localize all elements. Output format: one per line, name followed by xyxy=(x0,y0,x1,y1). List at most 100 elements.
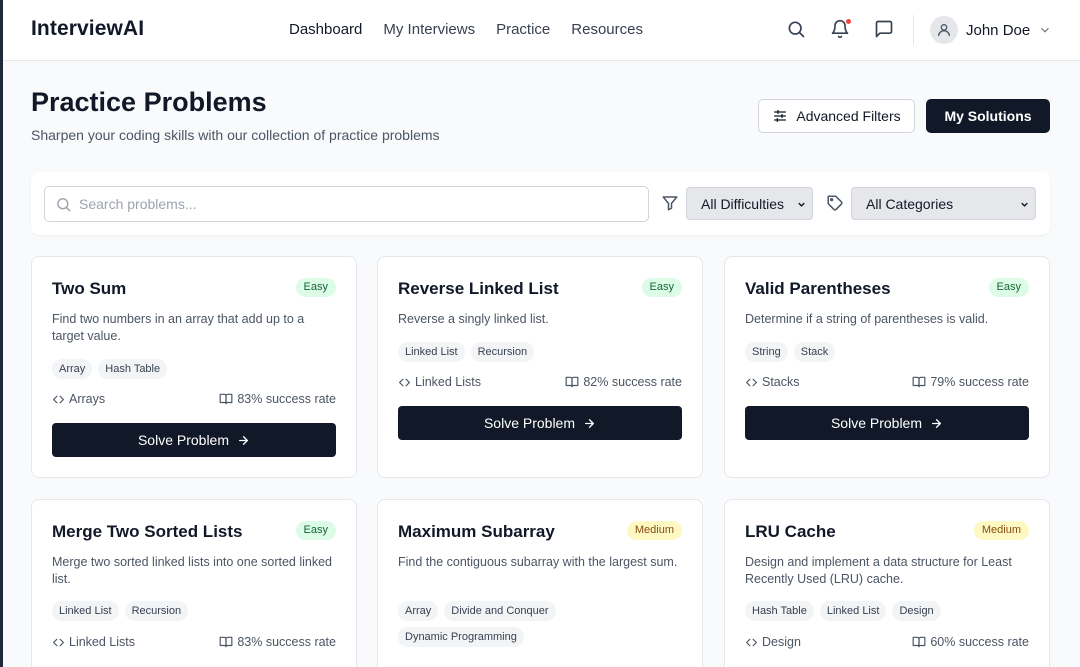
problem-title: Valid Parentheses xyxy=(745,279,891,298)
avatar xyxy=(930,16,958,44)
difficulty-badge: Medium xyxy=(626,521,682,540)
chevron-down-icon xyxy=(798,202,805,207)
solve-problem-button[interactable]: Solve Problem xyxy=(52,423,336,457)
problem-card: Maximum Subarray Medium Find the contigu… xyxy=(377,499,703,667)
problem-title: Merge Two Sorted Lists xyxy=(52,522,243,541)
problem-card: Merge Two Sorted Lists Easy Merge two so… xyxy=(31,499,357,667)
code-icon xyxy=(746,638,757,646)
category-select[interactable]: All Categories xyxy=(851,187,1036,220)
success-rate: 83% success rate xyxy=(237,392,336,406)
tag[interactable]: Hash Table xyxy=(745,601,814,621)
notification-dot xyxy=(845,18,852,25)
header-divider xyxy=(913,15,914,45)
category-label: Stacks xyxy=(762,375,800,389)
tag-list: Array Divide and Conquer Dynamic Program… xyxy=(398,601,658,647)
problem-description: Merge two sorted linked lists into one s… xyxy=(52,555,333,586)
my-solutions-button[interactable]: My Solutions xyxy=(926,99,1050,133)
window-edge xyxy=(0,0,3,667)
success-rate: 82% success rate xyxy=(583,375,682,389)
solve-problem-label: Solve Problem xyxy=(137,432,230,448)
advanced-filters-button[interactable]: Advanced Filters xyxy=(758,99,915,133)
success-rate: 79% success rate xyxy=(930,375,1029,389)
problem-description: Design and implement a data structure fo… xyxy=(745,555,1012,586)
chevron-down-icon xyxy=(1041,27,1050,33)
solve-problem-label: Solve Problem xyxy=(830,415,923,431)
difficulty-select[interactable]: All Difficulties xyxy=(686,187,813,220)
code-icon xyxy=(746,378,757,386)
arrow-right-icon xyxy=(932,418,941,428)
difficulty-badge: Medium xyxy=(973,521,1029,540)
problem-description: Reverse a singly linked list. xyxy=(398,312,549,326)
tag[interactable]: Linked List xyxy=(819,601,887,621)
nav-practice[interactable]: Practice xyxy=(496,21,550,38)
code-icon xyxy=(53,638,64,646)
tag[interactable]: Array xyxy=(398,601,439,621)
tag[interactable]: Recursion xyxy=(470,342,535,362)
nav-my-interviews[interactable]: My Interviews xyxy=(383,21,475,38)
tag-list: Linked List Recursion xyxy=(52,601,342,621)
solve-problem-button[interactable]: Solve Problem xyxy=(745,406,1029,440)
problem-description: Determine if a string of parentheses is … xyxy=(745,312,989,326)
meta-row: Stacks 79% success rate xyxy=(745,375,1029,393)
top-navbar: InterviewAI Dashboard My Interviews Prac… xyxy=(3,0,1080,61)
tag[interactable]: String xyxy=(745,342,788,362)
tag-list: Hash Table Linked List Design xyxy=(745,601,1035,621)
tag[interactable]: Divide and Conquer xyxy=(444,601,556,621)
page-subtitle: Sharpen your coding skills with our coll… xyxy=(31,127,440,143)
meta-row: Linked Lists 83% success rate xyxy=(52,635,336,653)
search-box xyxy=(44,186,649,222)
advanced-filters-label: Advanced Filters xyxy=(796,108,901,124)
nav-dashboard[interactable]: Dashboard xyxy=(289,21,362,38)
brand-logo[interactable]: InterviewAI xyxy=(31,17,144,41)
success-rate: 60% success rate xyxy=(930,635,1029,649)
tag-icon xyxy=(827,195,843,211)
difficulty-badge: Easy xyxy=(988,278,1029,297)
solve-problem-button[interactable]: Solve Problem xyxy=(398,406,682,440)
tag[interactable]: Hash Table xyxy=(98,359,168,379)
tag[interactable]: Stack xyxy=(793,342,836,362)
tag-list: String Stack xyxy=(745,342,1035,362)
book-icon xyxy=(912,376,926,388)
filter-bar: All Difficulties All Categories xyxy=(31,172,1050,235)
user-icon xyxy=(938,24,950,37)
difficulty-badge: Easy xyxy=(295,521,336,540)
tag-list: Linked List Recursion xyxy=(398,342,688,362)
meta-row: Linked Lists 82% success rate xyxy=(398,375,682,393)
problem-card: Two Sum Easy Find two numbers in an arra… xyxy=(31,256,357,478)
code-icon xyxy=(399,378,410,386)
nav-resources[interactable]: Resources xyxy=(571,21,643,38)
meta-row: Arrays 83% success rate xyxy=(52,392,336,410)
problem-title: Two Sum xyxy=(52,279,127,298)
meta-row: Design 60% success rate xyxy=(745,635,1029,653)
tag[interactable]: Recursion xyxy=(124,601,189,621)
problem-title: Reverse Linked List xyxy=(398,279,559,298)
problem-card: Reverse Linked List Easy Reverse a singl… xyxy=(377,256,703,478)
difficulty-badge: Easy xyxy=(295,278,336,297)
message-icon[interactable] xyxy=(874,19,896,41)
difficulty-select-value: All Difficulties xyxy=(701,195,784,212)
category-label: Linked Lists xyxy=(69,635,136,649)
problem-title: Maximum Subarray xyxy=(398,522,555,541)
search-input[interactable] xyxy=(79,187,639,221)
bell-icon[interactable] xyxy=(830,18,852,41)
tag[interactable]: Design xyxy=(892,601,941,621)
user-menu[interactable]: John Doe xyxy=(930,16,1052,44)
code-icon xyxy=(53,395,64,403)
tag[interactable]: Linked List xyxy=(398,342,465,362)
book-icon xyxy=(219,636,233,648)
main-nav: Dashboard My Interviews Practice Resourc… xyxy=(289,21,643,38)
tag[interactable]: Dynamic Programming xyxy=(398,627,524,647)
tag[interactable]: Linked List xyxy=(52,601,119,621)
category-select-value: All Categories xyxy=(866,195,954,212)
problem-card: LRU Cache Medium Design and implement a … xyxy=(724,499,1050,667)
book-icon xyxy=(565,376,579,388)
category-label: Arrays xyxy=(69,392,106,406)
difficulty-badge: Easy xyxy=(641,278,682,297)
sliders-icon xyxy=(774,110,787,122)
search-icon[interactable] xyxy=(786,19,808,41)
category-label: Linked Lists xyxy=(415,375,482,389)
problem-description: Find the contiguous subarray with the la… xyxy=(398,555,678,569)
tag[interactable]: Array xyxy=(52,359,93,379)
search-icon xyxy=(57,198,71,212)
book-icon xyxy=(219,393,233,405)
